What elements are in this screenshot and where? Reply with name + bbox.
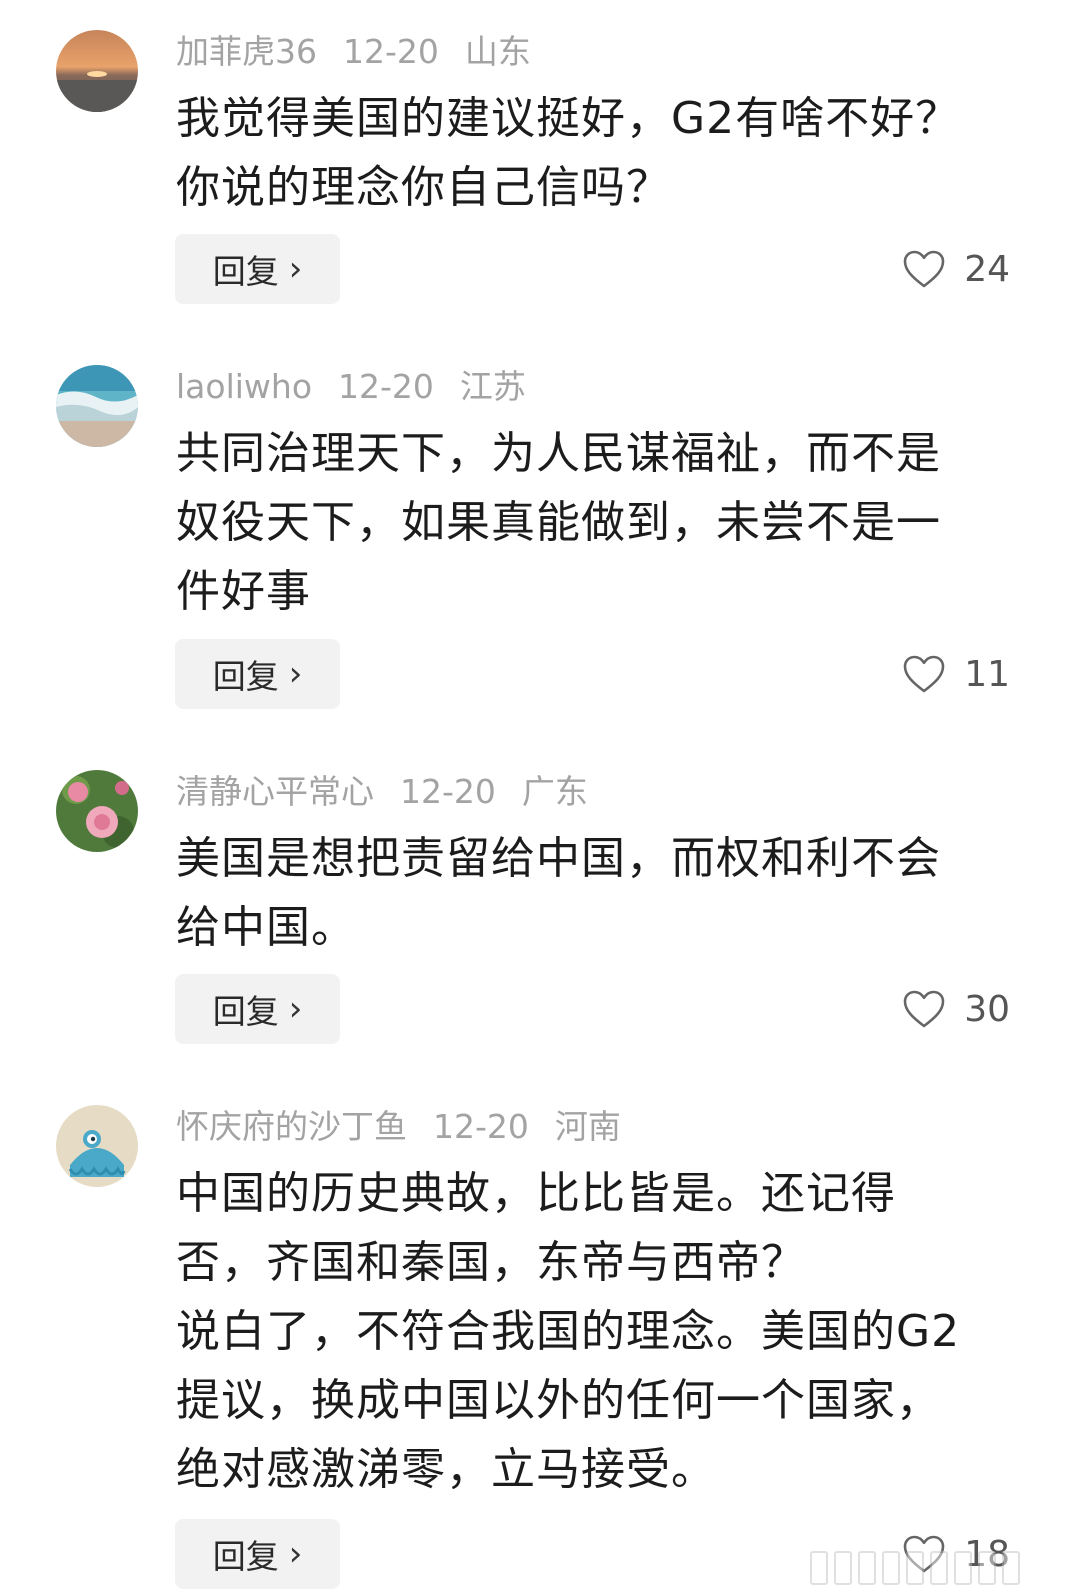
comment-text: 美国是想把责留给中国，而权和利不会 给中国。 [176,833,941,953]
comment-date: 12-20 [338,367,434,406]
comment-text: 我觉得美国的建议挺好，G2有啥不好？ 你说的理念你自己信吗？ [176,93,961,213]
comment-meta: laoliwho 12-20 江苏 [176,365,552,409]
chevron-right-icon: › [288,654,303,694]
comment-date: 12-20 [343,32,439,71]
chevron-right-icon: › [288,249,303,289]
chevron-right-icon: › [288,1534,303,1574]
like-button[interactable]: 24 [902,234,1010,304]
like-button[interactable]: 11 [902,639,1010,709]
like-button[interactable]: 30 [902,974,1010,1044]
heart-outline-icon [903,250,945,288]
avatar[interactable] [56,365,138,447]
comment-location: 广东 [521,772,588,811]
comment-location: 山东 [464,32,531,71]
username[interactable]: 清静心平常心 [176,772,374,811]
reply-label: 回复 [212,252,279,291]
comment-text: 共同治理天下，为人民谋福祉，而不是 奴役天下，如果真能做到，未尝不是一 件好事 [176,428,941,617]
username[interactable]: laoliwho [176,367,312,406]
comment-date: 12-20 [433,1107,529,1146]
reply-label: 回复 [212,992,279,1031]
reply-label: 回复 [212,1537,279,1576]
avatar[interactable] [56,30,138,112]
comment-date: 12-20 [400,772,496,811]
reply-label: 回复 [212,657,279,696]
like-count: 24 [964,248,1010,290]
username[interactable]: 加菲虎36 [176,32,317,71]
reply-button[interactable]: 回复 › [175,234,340,304]
reply-button[interactable]: 回复 › [175,1519,340,1589]
comment-meta: 加菲虎36 12-20 山东 [176,30,557,74]
avatar[interactable] [56,1105,138,1187]
comment-location: 江苏 [459,367,526,406]
heart-outline-icon [903,655,945,693]
watermark [810,1545,1050,1585]
like-count: 11 [964,653,1010,695]
heart-outline-icon [903,990,945,1028]
comment-location: 河南 [554,1107,621,1146]
reply-button[interactable]: 回复 › [175,974,340,1044]
username[interactable]: 怀庆府的沙丁鱼 [176,1107,407,1146]
like-count: 30 [964,988,1010,1030]
comment-meta: 怀庆府的沙丁鱼 12-20 河南 [176,1105,647,1149]
chevron-right-icon: › [288,989,303,1029]
avatar[interactable] [56,770,138,852]
comment-text: 中国的历史典故，比比皆是。还记得 否，齐国和秦国，东帝与西帝？ 说白了，不符合我… [176,1168,961,1495]
reply-button[interactable]: 回复 › [175,639,340,709]
comment-meta: 清静心平常心 12-20 广东 [176,770,614,814]
